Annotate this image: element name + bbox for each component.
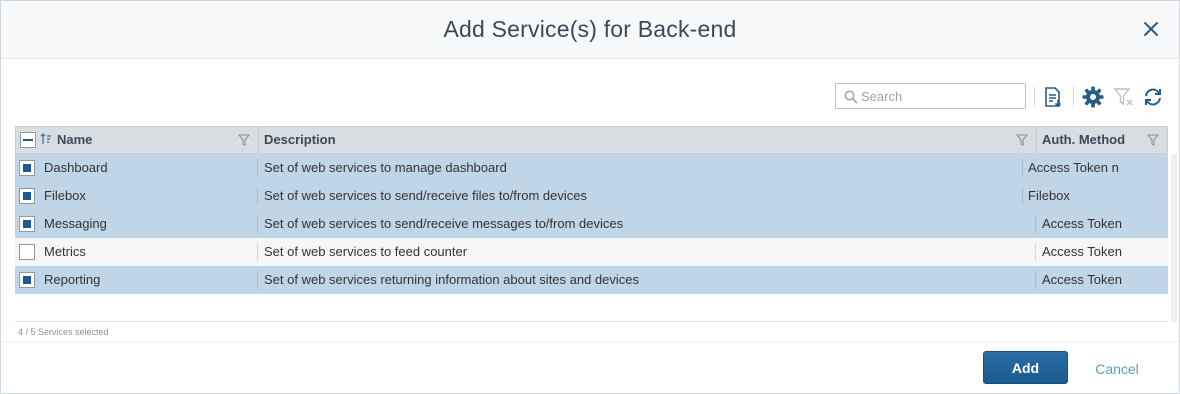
row-checkbox[interactable] bbox=[19, 244, 35, 260]
cell-description: Set of web services to send/receive file… bbox=[264, 188, 587, 203]
dialog-header: Add Service(s) for Back-end bbox=[1, 1, 1179, 59]
cell-name: Filebox bbox=[44, 188, 86, 203]
cell-auth-method: Access Token n bbox=[1028, 160, 1119, 175]
cell-name: Messaging bbox=[44, 216, 107, 231]
services-grid: Name Description Auth. Method Dashboard … bbox=[15, 126, 1168, 322]
cell-description: Set of web services to send/receive mess… bbox=[264, 216, 624, 231]
filter-icon[interactable] bbox=[237, 133, 251, 147]
cell-divider bbox=[1022, 159, 1023, 177]
table-row[interactable]: Reporting Set of web services returning … bbox=[15, 266, 1168, 294]
cell-divider bbox=[1022, 187, 1023, 205]
table-row[interactable]: Messaging Set of web services to send/re… bbox=[15, 210, 1168, 238]
selection-count: 4 / 5 Services selected bbox=[18, 327, 109, 337]
cell-description: Set of web services to manage dashboard bbox=[264, 160, 507, 175]
vertical-scrollbar[interactable] bbox=[1171, 154, 1177, 322]
table-row[interactable]: Filebox Set of web services to send/rece… bbox=[15, 182, 1168, 210]
toolbar-divider bbox=[1073, 87, 1074, 107]
cell-divider bbox=[257, 159, 258, 177]
dialog-title: Add Service(s) for Back-end bbox=[443, 16, 737, 42]
search-input[interactable] bbox=[861, 87, 1021, 105]
close-icon[interactable] bbox=[1139, 17, 1163, 41]
cell-auth-method: Access Token bbox=[1042, 244, 1122, 259]
cell-description: Set of web services to feed counter bbox=[264, 244, 468, 259]
grid-toolbar bbox=[1, 81, 1179, 113]
cell-auth-method: Filebox bbox=[1028, 188, 1070, 203]
cell-divider bbox=[257, 243, 258, 261]
add-services-dialog: Add Service(s) for Back-end Search Name … bbox=[0, 0, 1180, 394]
search-box[interactable] bbox=[835, 83, 1026, 109]
column-header-description[interactable]: Description bbox=[264, 127, 336, 153]
cell-name: Dashboard bbox=[44, 160, 108, 175]
select-all-checkbox[interactable] bbox=[20, 132, 36, 148]
search-icon bbox=[844, 90, 858, 104]
cell-description: Set of web services returning informatio… bbox=[264, 272, 640, 287]
column-header-name[interactable]: Name bbox=[57, 127, 92, 153]
column-header-auth-method[interactable]: Auth. Method bbox=[1042, 127, 1125, 153]
sort-icon[interactable] bbox=[40, 127, 54, 153]
row-checkbox[interactable] bbox=[19, 272, 35, 288]
row-checkbox[interactable] bbox=[19, 160, 35, 176]
cell-name: Reporting bbox=[44, 272, 101, 287]
table-row[interactable]: Dashboard Set of web services to manage … bbox=[15, 154, 1168, 182]
column-divider bbox=[1036, 127, 1037, 153]
add-button[interactable]: Add bbox=[983, 351, 1068, 384]
dialog-footer: Add Cancel bbox=[1, 341, 1179, 393]
cell-divider bbox=[257, 215, 258, 233]
cell-auth-method: Access Token bbox=[1042, 272, 1122, 287]
export-icon[interactable] bbox=[1041, 85, 1065, 109]
cell-divider bbox=[1035, 215, 1036, 233]
cell-divider bbox=[1035, 243, 1036, 261]
refresh-icon[interactable] bbox=[1141, 85, 1165, 109]
row-checkbox[interactable] bbox=[19, 188, 35, 204]
row-checkbox[interactable] bbox=[19, 216, 35, 232]
cancel-button[interactable]: Cancel bbox=[1082, 351, 1152, 384]
cell-name: Metrics bbox=[44, 244, 86, 259]
cell-divider bbox=[257, 271, 258, 289]
gear-icon[interactable] bbox=[1081, 85, 1105, 109]
cell-auth-method: Access Token bbox=[1042, 216, 1122, 231]
filter-icon[interactable] bbox=[1015, 133, 1029, 147]
toolbar-divider bbox=[1034, 87, 1035, 107]
clear-filter-icon[interactable] bbox=[1112, 85, 1136, 109]
cell-divider bbox=[1035, 271, 1036, 289]
grid-header: Name Description Auth. Method bbox=[15, 126, 1168, 154]
column-divider bbox=[258, 127, 259, 153]
table-row[interactable]: Metrics Set of web services to feed coun… bbox=[15, 238, 1168, 266]
cell-divider bbox=[257, 187, 258, 205]
filter-icon[interactable] bbox=[1146, 133, 1160, 147]
